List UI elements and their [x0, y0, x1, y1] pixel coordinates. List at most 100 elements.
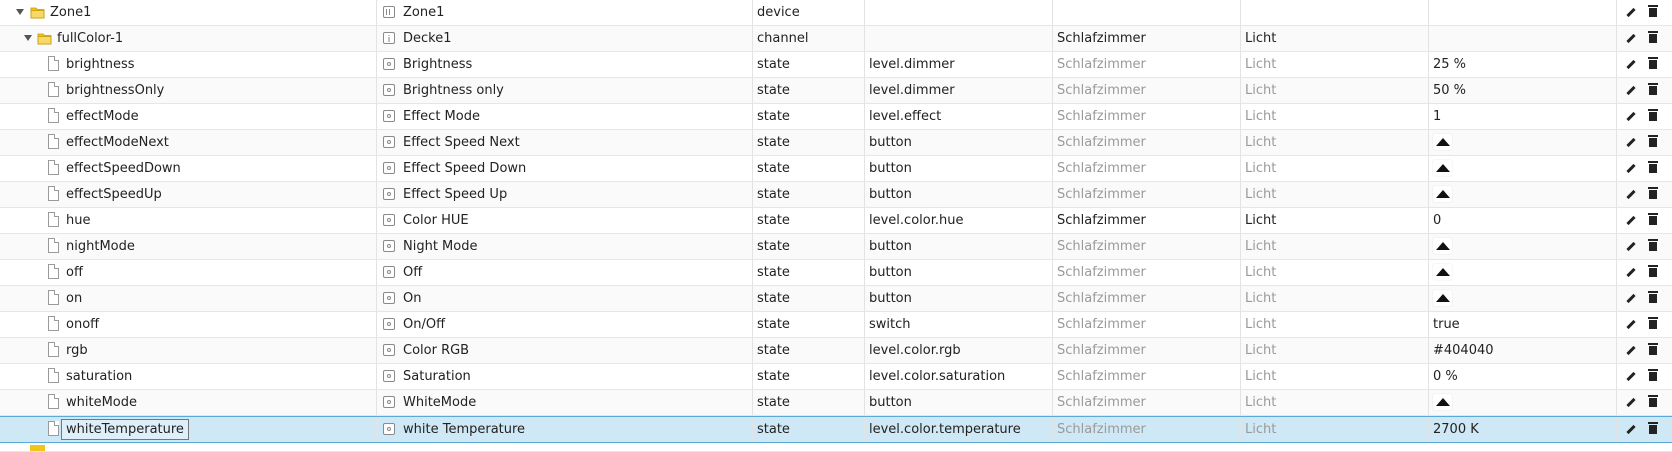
press-button[interactable]	[1433, 394, 1452, 410]
object-name: Color HUE	[403, 213, 469, 228]
delete-button[interactable]	[1646, 5, 1660, 19]
table-row[interactable]: whiteTemperature white Temperature state le…	[0, 416, 1672, 443]
delete-button[interactable]	[1646, 135, 1660, 149]
object-id[interactable]: effectMode	[66, 104, 139, 129]
object-id[interactable]: effectSpeedUp	[66, 182, 162, 207]
pencil-icon	[1626, 163, 1636, 174]
role-cell: button	[869, 265, 912, 280]
table-row[interactable]: rgb Color RGB state level.color.rgb Schlafzi…	[0, 338, 1672, 364]
edit-button[interactable]	[1624, 161, 1638, 175]
delete-button[interactable]	[1646, 239, 1660, 253]
delete-button[interactable]	[1646, 291, 1660, 305]
table-row[interactable]: onoff On/Off state switch Schlafzimmer Licht t…	[0, 312, 1672, 338]
table-row[interactable]: hue Color HUE state level.color.hue Schlafzi…	[0, 208, 1672, 234]
object-id[interactable]: on	[66, 286, 82, 311]
press-button[interactable]	[1433, 264, 1452, 280]
table-row[interactable]: nightMode Night Mode state button Schlafzimm…	[0, 234, 1672, 260]
object-id[interactable]: effectSpeedDown	[66, 156, 181, 181]
edit-button[interactable]	[1624, 239, 1638, 253]
function-cell	[1240, 0, 1428, 25]
edit-button[interactable]	[1624, 135, 1638, 149]
edit-button[interactable]	[1624, 369, 1638, 383]
state-icon	[383, 370, 395, 382]
object-id[interactable]: whiteMode	[66, 390, 137, 415]
role-cell: level.color.temperature	[869, 422, 1021, 437]
pencil-icon	[1626, 397, 1636, 408]
id-cell: saturation	[0, 364, 376, 389]
edit-button[interactable]	[1624, 395, 1638, 409]
object-id[interactable]: brightnessOnly	[66, 78, 164, 103]
object-id[interactable]: nightMode	[66, 234, 135, 259]
trash-icon	[1648, 422, 1658, 434]
object-id[interactable]: effectModeNext	[66, 130, 169, 155]
delete-button[interactable]	[1646, 343, 1660, 357]
table-row[interactable]: effectMode Effect Mode state level.effect Sc…	[0, 104, 1672, 130]
expand-toggle-icon[interactable]	[16, 9, 24, 15]
edit-button[interactable]	[1624, 5, 1638, 19]
edit-button[interactable]	[1624, 317, 1638, 331]
edit-button[interactable]	[1624, 83, 1638, 97]
press-button[interactable]	[1433, 160, 1452, 176]
delete-button[interactable]	[1646, 369, 1660, 383]
object-id[interactable]: onoff	[66, 312, 99, 337]
triangle-up-icon	[1436, 294, 1450, 302]
table-row[interactable]: fullColor-1 Decke1 channel Schlafzimmer Lich…	[0, 26, 1672, 52]
table-row[interactable]: brightnessOnly Brightness only state level.…	[0, 78, 1672, 104]
object-id[interactable]: fullColor-1	[57, 26, 123, 51]
object-id[interactable]: whiteTemperature	[61, 419, 189, 440]
press-button[interactable]	[1433, 134, 1452, 150]
delete-button[interactable]	[1646, 265, 1660, 279]
delete-button[interactable]	[1646, 161, 1660, 175]
table-row[interactable]: effectModeNext Effect Speed Next state butt…	[0, 130, 1672, 156]
object-id[interactable]: brightness	[66, 52, 135, 77]
name-cell: Brightness only	[376, 78, 752, 103]
expand-toggle-icon[interactable]	[24, 35, 32, 41]
delete-button[interactable]	[1646, 83, 1660, 97]
edit-button[interactable]	[1624, 265, 1638, 279]
object-id[interactable]: Zone1	[50, 0, 91, 25]
delete-button[interactable]	[1646, 422, 1660, 436]
name-cell: Color HUE	[376, 208, 752, 233]
table-row[interactable]: whiteMode WhiteMode state button Schlafzimme…	[0, 390, 1672, 416]
column-divider	[1616, 286, 1617, 311]
function-cell: Licht	[1245, 343, 1277, 358]
column-divider	[1616, 234, 1617, 259]
press-button[interactable]	[1433, 186, 1452, 202]
delete-button[interactable]	[1646, 109, 1660, 123]
pencil-icon	[1626, 371, 1636, 382]
edit-button[interactable]	[1624, 109, 1638, 123]
edit-button[interactable]	[1624, 291, 1638, 305]
edit-button[interactable]	[1624, 343, 1638, 357]
delete-button[interactable]	[1646, 187, 1660, 201]
delete-button[interactable]	[1646, 31, 1660, 45]
edit-button[interactable]	[1624, 187, 1638, 201]
role-cell: button	[869, 239, 912, 254]
object-id[interactable]: saturation	[66, 364, 132, 389]
delete-button[interactable]	[1646, 317, 1660, 331]
table-row[interactable]	[0, 443, 1672, 452]
edit-button[interactable]	[1624, 422, 1638, 436]
press-button[interactable]	[1433, 238, 1452, 254]
delete-button[interactable]	[1646, 57, 1660, 71]
table-row[interactable]: effectSpeedDown Effect Speed Down state but…	[0, 156, 1672, 182]
table-row[interactable]: on On state button Schlafzimmer Licht	[0, 286, 1672, 312]
edit-button[interactable]	[1624, 57, 1638, 71]
name-cell: Effect Speed Up	[376, 182, 752, 207]
table-row[interactable]: brightness Brightness state level.dimmer Sch…	[0, 52, 1672, 78]
object-id[interactable]: off	[66, 260, 83, 285]
name-cell: Color RGB	[376, 338, 752, 363]
table-row[interactable]: off Off state button Schlafzimmer Licht	[0, 260, 1672, 286]
object-id[interactable]: hue	[66, 208, 90, 233]
edit-button[interactable]	[1624, 31, 1638, 45]
value-cell: 0	[1433, 213, 1442, 228]
table-row[interactable]: saturation Saturation state level.color.sat…	[0, 364, 1672, 390]
table-row[interactable]: effectSpeedUp Effect Speed Up state button S…	[0, 182, 1672, 208]
delete-button[interactable]	[1646, 395, 1660, 409]
edit-button[interactable]	[1624, 213, 1638, 227]
press-button[interactable]	[1433, 290, 1452, 306]
delete-button[interactable]	[1646, 213, 1660, 227]
table-row[interactable]: Zone1 Zone1 device	[0, 0, 1672, 26]
object-id[interactable]: rgb	[66, 338, 88, 363]
object-name: Zone1	[403, 5, 445, 20]
name-cell: Zone1	[376, 0, 752, 25]
